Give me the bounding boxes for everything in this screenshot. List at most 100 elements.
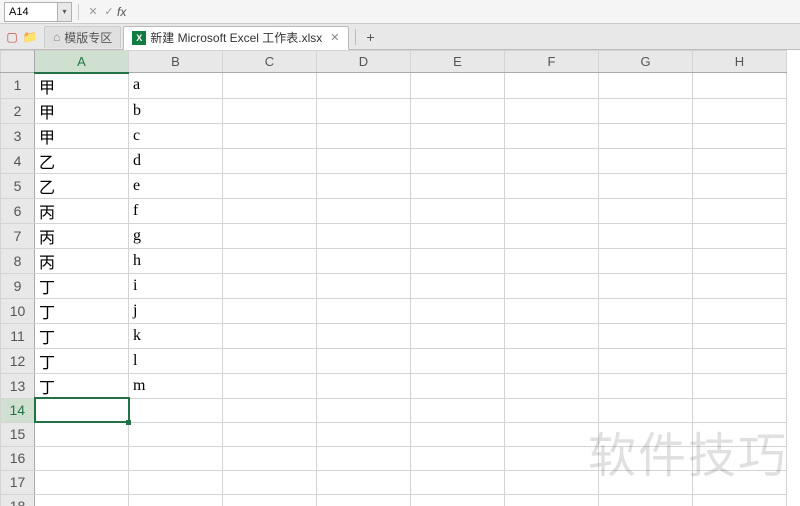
cell-E13[interactable] — [411, 373, 505, 398]
row-header-3[interactable]: 3 — [1, 123, 35, 148]
cell-F9[interactable] — [505, 273, 599, 298]
cell-E7[interactable] — [411, 223, 505, 248]
cell-F2[interactable] — [505, 98, 599, 123]
cell-C16[interactable] — [223, 446, 317, 470]
cell-B14[interactable] — [129, 398, 223, 422]
cell-C15[interactable] — [223, 422, 317, 446]
cell-H18[interactable] — [693, 494, 787, 506]
cell-D17[interactable] — [317, 470, 411, 494]
fx-icon[interactable]: fx — [117, 5, 126, 19]
cell-H17[interactable] — [693, 470, 787, 494]
cell-G18[interactable] — [599, 494, 693, 506]
cell-F5[interactable] — [505, 173, 599, 198]
cell-E11[interactable] — [411, 323, 505, 348]
cell-A4[interactable]: 乙 — [35, 148, 129, 173]
cell-G12[interactable] — [599, 348, 693, 373]
cell-E2[interactable] — [411, 98, 505, 123]
row-header-7[interactable]: 7 — [1, 223, 35, 248]
cell-G6[interactable] — [599, 198, 693, 223]
cell-H1[interactable] — [693, 73, 787, 99]
new-file-icon[interactable]: ▢ — [4, 29, 20, 45]
cell-B5[interactable]: e — [129, 173, 223, 198]
cell-C8[interactable] — [223, 248, 317, 273]
cell-E8[interactable] — [411, 248, 505, 273]
cell-G7[interactable] — [599, 223, 693, 248]
cell-C3[interactable] — [223, 123, 317, 148]
cell-H12[interactable] — [693, 348, 787, 373]
cell-G9[interactable] — [599, 273, 693, 298]
column-header-E[interactable]: E — [411, 51, 505, 73]
cell-E10[interactable] — [411, 298, 505, 323]
cell-F8[interactable] — [505, 248, 599, 273]
cell-F13[interactable] — [505, 373, 599, 398]
row-header-14[interactable]: 14 — [1, 398, 35, 422]
cell-F10[interactable] — [505, 298, 599, 323]
column-header-H[interactable]: H — [693, 51, 787, 73]
row-header-13[interactable]: 13 — [1, 373, 35, 398]
cell-H10[interactable] — [693, 298, 787, 323]
cell-H14[interactable] — [693, 398, 787, 422]
tab-workbook[interactable]: X 新建 Microsoft Excel 工作表.xlsx ✕ — [123, 26, 348, 50]
cell-H6[interactable] — [693, 198, 787, 223]
cell-A1[interactable]: 甲 — [35, 73, 129, 99]
cell-H3[interactable] — [693, 123, 787, 148]
cell-H9[interactable] — [693, 273, 787, 298]
cell-H7[interactable] — [693, 223, 787, 248]
cell-D7[interactable] — [317, 223, 411, 248]
cell-A10[interactable]: 丁 — [35, 298, 129, 323]
close-icon[interactable]: ✕ — [330, 31, 339, 44]
cell-E5[interactable] — [411, 173, 505, 198]
cell-F6[interactable] — [505, 198, 599, 223]
cell-H5[interactable] — [693, 173, 787, 198]
column-header-B[interactable]: B — [129, 51, 223, 73]
cell-A2[interactable]: 甲 — [35, 98, 129, 123]
row-header-2[interactable]: 2 — [1, 98, 35, 123]
cell-E6[interactable] — [411, 198, 505, 223]
row-header-12[interactable]: 12 — [1, 348, 35, 373]
cell-G4[interactable] — [599, 148, 693, 173]
cell-B1[interactable]: a — [129, 73, 223, 99]
cell-H15[interactable] — [693, 422, 787, 446]
accept-formula-icon[interactable]: ✓ — [101, 3, 117, 21]
cell-A3[interactable]: 甲 — [35, 123, 129, 148]
cell-A15[interactable] — [35, 422, 129, 446]
cell-F7[interactable] — [505, 223, 599, 248]
cell-A8[interactable]: 丙 — [35, 248, 129, 273]
cell-B13[interactable]: m — [129, 373, 223, 398]
cell-D16[interactable] — [317, 446, 411, 470]
cell-H11[interactable] — [693, 323, 787, 348]
cell-D1[interactable] — [317, 73, 411, 99]
cell-B12[interactable]: l — [129, 348, 223, 373]
cell-C17[interactable] — [223, 470, 317, 494]
cell-D14[interactable] — [317, 398, 411, 422]
cell-C1[interactable] — [223, 73, 317, 99]
cell-E12[interactable] — [411, 348, 505, 373]
cell-D15[interactable] — [317, 422, 411, 446]
cell-G10[interactable] — [599, 298, 693, 323]
cell-E15[interactable] — [411, 422, 505, 446]
cell-B8[interactable]: h — [129, 248, 223, 273]
row-header-17[interactable]: 17 — [1, 470, 35, 494]
row-header-6[interactable]: 6 — [1, 198, 35, 223]
cell-E18[interactable] — [411, 494, 505, 506]
cell-C10[interactable] — [223, 298, 317, 323]
cell-D11[interactable] — [317, 323, 411, 348]
cell-C7[interactable] — [223, 223, 317, 248]
cell-C13[interactable] — [223, 373, 317, 398]
open-folder-icon[interactable]: 📁 — [22, 29, 38, 45]
cell-A13[interactable]: 丁 — [35, 373, 129, 398]
cell-B11[interactable]: k — [129, 323, 223, 348]
cell-A11[interactable]: 丁 — [35, 323, 129, 348]
column-header-D[interactable]: D — [317, 51, 411, 73]
cell-C6[interactable] — [223, 198, 317, 223]
cell-H2[interactable] — [693, 98, 787, 123]
cell-E9[interactable] — [411, 273, 505, 298]
cell-E16[interactable] — [411, 446, 505, 470]
cell-C5[interactable] — [223, 173, 317, 198]
column-header-G[interactable]: G — [599, 51, 693, 73]
cell-G15[interactable] — [599, 422, 693, 446]
cell-G1[interactable] — [599, 73, 693, 99]
row-header-10[interactable]: 10 — [1, 298, 35, 323]
cell-E4[interactable] — [411, 148, 505, 173]
cell-A9[interactable]: 丁 — [35, 273, 129, 298]
